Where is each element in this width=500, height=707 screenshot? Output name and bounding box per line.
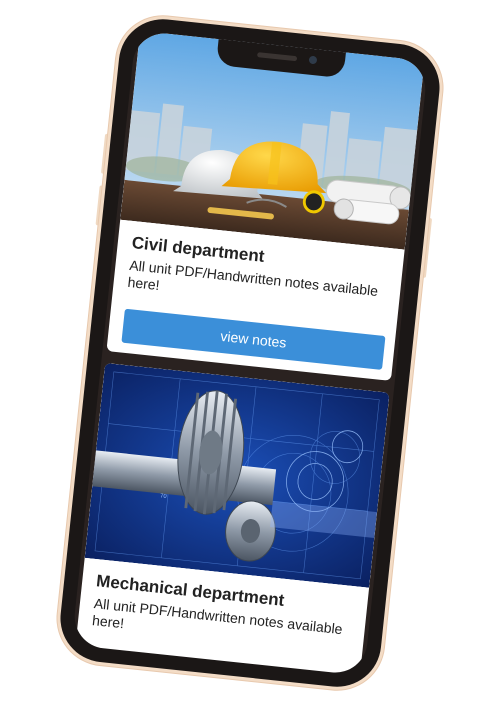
civil-department-card[interactable]: Civil department All unit PDF/Handwritte… [106, 30, 425, 381]
front-camera [308, 55, 318, 65]
gear-blueprint-render: 70 [84, 362, 390, 588]
view-notes-button[interactable]: view notes [121, 308, 386, 370]
phone-mockup: Civil department All unit PDF/Handwritte… [56, 14, 444, 692]
speaker-grille [256, 52, 298, 62]
mechanical-department-card[interactable]: 70 Mechanical department All unit PDF/Ha… [73, 362, 390, 676]
